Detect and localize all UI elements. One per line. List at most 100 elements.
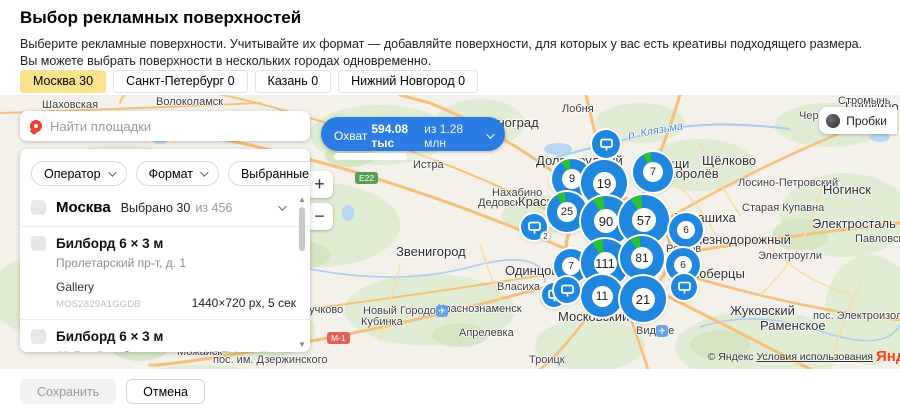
city-tab-moscow[interactable]: Москва 30 xyxy=(20,70,106,93)
filter-selected-label: Выбранные xyxy=(241,167,309,181)
chevron-down-icon xyxy=(200,168,208,176)
cluster-count: 111 xyxy=(594,252,617,275)
item-title: Билборд 6 × 3 м xyxy=(56,329,163,344)
search-bar xyxy=(20,111,310,141)
map-cluster-marker[interactable]: 11 xyxy=(581,275,623,317)
map-town-label: Власиха xyxy=(497,281,540,293)
item-address: Пролетарский пр-т, д. 1 xyxy=(56,256,296,270)
filter-selected[interactable]: Выбранные xyxy=(228,161,310,186)
billboard-icon xyxy=(560,283,575,298)
cluster-count: 81 xyxy=(631,247,653,269)
item-checkbox[interactable] xyxy=(31,236,46,251)
map-town-label: Щёлково xyxy=(702,153,756,168)
cluster-count: 21 xyxy=(632,288,655,311)
traffic-label: Пробки xyxy=(846,114,887,128)
city-group-row[interactable]: Москва Выбрано 30 из 456 xyxy=(20,186,310,226)
map-town-label: Дедовск xyxy=(478,197,520,209)
billboard-icon xyxy=(599,137,614,152)
footer-actions: Сохранить Отмена xyxy=(20,379,205,404)
group-city-name: Москва xyxy=(56,199,111,216)
city-tabs: Москва 30 Санкт-Петербург 0 Казань 0 Ниж… xyxy=(20,70,478,93)
cluster-count: 7 xyxy=(643,162,663,182)
map-cluster-marker[interactable]: 6 xyxy=(669,213,703,247)
surface-list-item[interactable]: Билборд 6 × 3 м 60 Лет Октября пр-т, д. … xyxy=(20,320,310,352)
coverage-of: из 1.28 млн xyxy=(424,122,478,150)
airport-icon: ✈ xyxy=(436,305,448,317)
map-town-label: Королёв xyxy=(668,166,719,181)
billboard-marker[interactable]: 2 xyxy=(521,214,547,240)
page-header: Выбор рекламных поверхностей Выберите ре… xyxy=(20,8,880,70)
scroll-down-icon[interactable]: ▼ xyxy=(297,341,307,349)
map-zoom-out-button[interactable]: − xyxy=(306,203,333,230)
map-town-label: Апрелевка xyxy=(459,327,514,339)
map-town-label: пос. им. Дзержинского xyxy=(213,354,328,366)
cluster-count: 9 xyxy=(562,169,582,189)
traffic-icon xyxy=(826,114,840,128)
map-town-label: Ногинск xyxy=(823,182,871,197)
filter-operator[interactable]: Оператор xyxy=(31,161,127,186)
item-vendor: Gallery xyxy=(56,280,296,294)
map-town-label: Стромынь xyxy=(838,95,891,107)
page-description: Выберите рекламные поверхности. Учитывай… xyxy=(20,36,880,70)
group-checkbox[interactable] xyxy=(31,200,46,215)
traffic-toggle[interactable]: Пробки xyxy=(819,107,897,134)
map-cluster-marker[interactable]: 81 xyxy=(620,236,664,280)
coverage-value: 594.08 тыс xyxy=(371,122,424,150)
map-zoom-in-button[interactable]: + xyxy=(306,171,333,198)
map-town-label: Шаховская xyxy=(42,99,98,111)
surfaces-panel: Оператор Формат Выбранные Москва Выбрано… xyxy=(20,149,310,352)
item-spec: 1440×720 px, 5 сек xyxy=(192,296,296,310)
map-town-label: Звенигород xyxy=(396,244,466,259)
map-town-label: Краснознаменск xyxy=(438,303,522,315)
item-checkbox[interactable] xyxy=(31,329,46,344)
cluster-count: 7 xyxy=(562,257,580,275)
yandex-pin-icon xyxy=(30,120,42,132)
billboard-icon xyxy=(527,220,542,235)
city-tab-spb[interactable]: Санкт-Петербург 0 xyxy=(113,70,247,93)
city-tab-nn[interactable]: Нижний Новгород 0 xyxy=(338,70,478,93)
map-cluster-marker[interactable]: 21 xyxy=(620,276,666,322)
chevron-down-icon xyxy=(278,202,286,210)
item-code: MOS2829A1GGDB xyxy=(56,299,141,310)
coverage-badge[interactable]: Охват 594.08 тыс из 1.28 млн xyxy=(321,117,505,151)
coverage-label: Охват xyxy=(334,129,367,143)
cancel-button[interactable]: Отмена xyxy=(126,379,205,404)
billboard-marker[interactable] xyxy=(554,277,580,303)
search-input[interactable] xyxy=(50,119,300,134)
billboard-icon xyxy=(677,280,692,295)
map-cluster-marker[interactable]: 7 xyxy=(633,152,673,192)
cluster-count: 6 xyxy=(674,256,692,274)
city-tab-kazan[interactable]: Казань 0 xyxy=(255,70,332,93)
map-town-label: Павловский Посад xyxy=(855,233,900,245)
billboard-marker[interactable] xyxy=(671,274,697,300)
terms-link[interactable]: Условия использования xyxy=(756,351,873,363)
surface-list-item[interactable]: Билборд 6 × 3 м Пролетарский пр-т, д. 1 … xyxy=(20,227,310,319)
cluster-count: 19 xyxy=(593,172,616,195)
map-town-label: Кубинка xyxy=(361,316,403,328)
item-title: Билборд 6 × 3 м xyxy=(56,236,163,251)
map-town-label: Волоколамск xyxy=(156,96,223,108)
panel-scrollbar[interactable]: ▲ ▼ xyxy=(297,196,307,349)
filter-pills: Оператор Формат Выбранные xyxy=(20,149,310,186)
scrollbar-thumb[interactable] xyxy=(299,207,305,251)
airport-icon: ✈ xyxy=(656,325,668,337)
chevron-down-icon xyxy=(486,130,494,138)
yandex-logo: Яндекс xyxy=(876,348,900,365)
cluster-count: 25 xyxy=(557,202,577,222)
cluster-count: 6 xyxy=(677,221,695,239)
map-town-label: Электросталь xyxy=(812,216,896,231)
group-total-count: из 456 xyxy=(195,201,232,215)
coverage-progress-fill xyxy=(334,153,407,160)
save-button[interactable]: Сохранить xyxy=(20,379,116,404)
map-town-label: Старая Купавна xyxy=(742,202,824,214)
road-badge: М-1 xyxy=(327,332,350,344)
billboard-marker[interactable] xyxy=(592,130,620,158)
map-town-label: пос. Электроизолятор xyxy=(813,310,900,322)
scroll-up-icon[interactable]: ▲ xyxy=(297,196,307,204)
filter-format-label: Формат xyxy=(149,167,193,181)
coverage-progress-track xyxy=(334,153,492,160)
filter-format[interactable]: Формат xyxy=(136,161,219,186)
map-town-label: Истра xyxy=(413,159,444,171)
marker-count-badge: 2 xyxy=(540,231,551,242)
map-attribution: © Яндекс Условия использования xyxy=(708,351,873,363)
